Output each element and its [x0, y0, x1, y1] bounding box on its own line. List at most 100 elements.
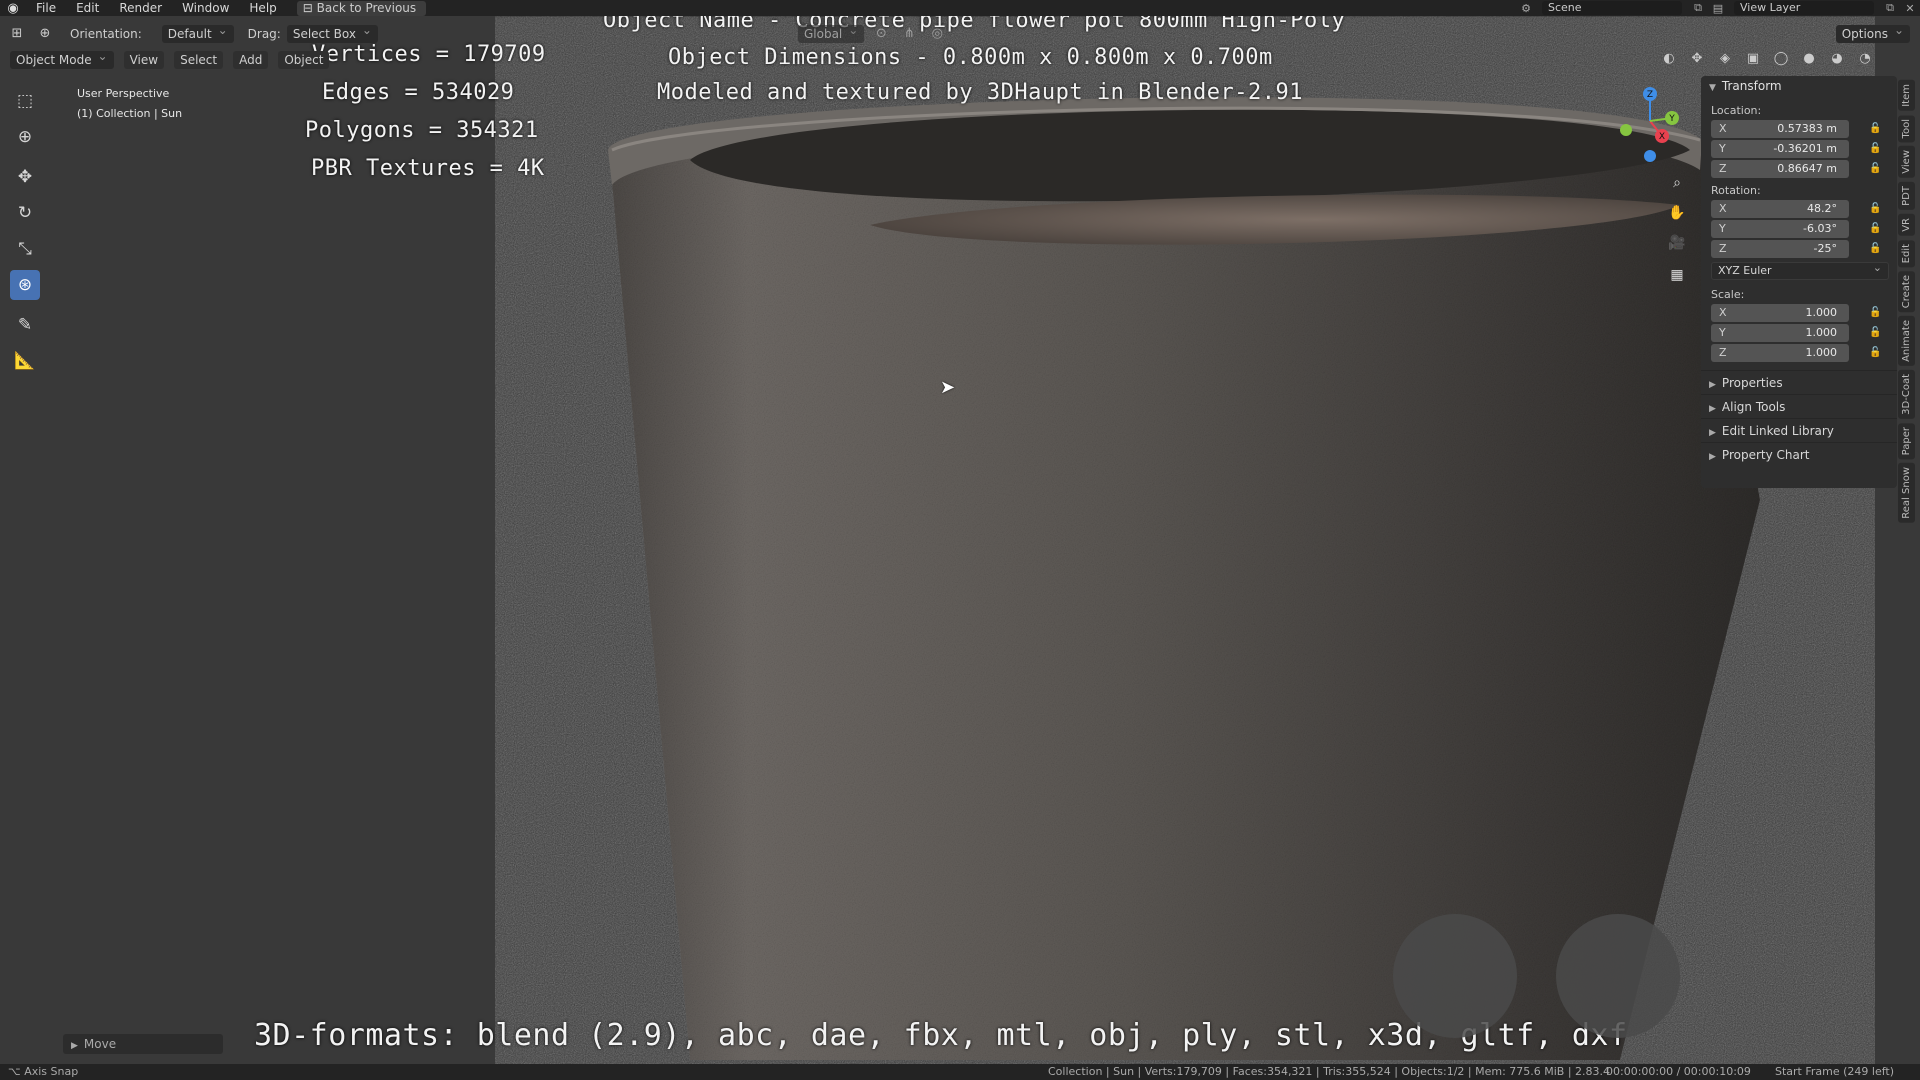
collapsed-triangle-icon: ▶	[1709, 452, 1716, 462]
scene-field[interactable]: Scene	[1542, 1, 1682, 15]
subpanel-label: Properties	[1721, 376, 1783, 390]
options-dropdown[interactable]: Options	[1835, 23, 1910, 43]
lock-icon[interactable]: 🔓	[1869, 120, 1881, 138]
location-x-field[interactable]: X 0.57383 m	[1711, 120, 1849, 138]
menu-edit[interactable]: Edit	[66, 1, 109, 15]
back-to-previous-button[interactable]: ⊟ Back to Previous	[296, 0, 427, 16]
tab-pdt[interactable]: PDT	[1898, 181, 1915, 210]
scale-icon[interactable]: ⤡	[10, 234, 40, 264]
select-box-icon[interactable]: ⬚	[10, 86, 40, 116]
menu-help[interactable]: Help	[239, 1, 286, 15]
rotation-z-field[interactable]: Z -25°	[1711, 240, 1849, 258]
solid-shading-icon[interactable]: ●	[1798, 48, 1820, 70]
scale-y-field[interactable]: Y 1.000	[1711, 324, 1849, 342]
status-bar: ⌥ Axis Snap Collection | Sun | Verts:179…	[0, 1064, 1920, 1080]
lock-icon[interactable]: 🔓	[1869, 240, 1881, 258]
new-scene-icon[interactable]: ⧉	[1688, 1, 1708, 15]
edges-count: Edges = 534029	[322, 80, 515, 105]
rotation-mode-dropdown[interactable]: XYZ Euler	[1711, 260, 1889, 280]
lock-icon[interactable]: 🔓	[1869, 140, 1881, 158]
proportional-edit-icon[interactable]: ◎	[926, 23, 948, 45]
menu-select[interactable]: Select	[174, 51, 224, 69]
rotation-y-field[interactable]: Y -6.03°	[1711, 220, 1849, 238]
transform-icon[interactable]: ⊛	[10, 270, 40, 300]
edit-linked-library-subpanel[interactable]: ▶ Edit Linked Library	[1701, 418, 1897, 442]
menu-file[interactable]: File	[26, 1, 66, 15]
sidebar-panel: ▼ Transform Location: X 0.57383 m 🔓 Y -0.362…	[1701, 76, 1897, 488]
gizmo-z-label: Z	[1647, 90, 1653, 100]
object-visibility-icon[interactable]: ◐	[1658, 48, 1680, 70]
tab-animate[interactable]: Animate	[1898, 316, 1915, 367]
align-tools-subpanel[interactable]: ▶ Align Tools	[1701, 394, 1897, 418]
cursor-icon[interactable]: ⊕	[10, 122, 40, 152]
camera-view-icon[interactable]: 🎥	[1664, 230, 1690, 256]
location-z-field[interactable]: Z 0.86647 m	[1711, 160, 1849, 178]
lock-icon[interactable]: 🔓	[1869, 324, 1881, 342]
properties-subpanel[interactable]: ▶ Properties	[1701, 370, 1897, 394]
remove-view-layer-icon[interactable]: ✕	[1900, 2, 1920, 15]
last-operator-panel[interactable]: ▶ Move	[63, 1034, 223, 1054]
annotate-icon[interactable]: ✎	[10, 310, 40, 340]
lock-icon[interactable]: 🔓	[1869, 160, 1881, 178]
view-layer-field[interactable]: View Layer	[1734, 1, 1874, 15]
transform-orientation-dropdown[interactable]: Global	[797, 23, 865, 43]
property-chart-subpanel[interactable]: ▶ Property Chart	[1701, 442, 1897, 466]
menu-add[interactable]: Add	[233, 51, 269, 69]
mode-dropdown[interactable]: Object Mode	[10, 49, 114, 69]
transform-panel-header[interactable]: ▼ Transform	[1701, 76, 1897, 96]
blender-logo-icon[interactable]: ◉	[0, 1, 26, 16]
pivot-point-icon[interactable]: ⊙	[870, 23, 892, 45]
tab-tool[interactable]: Tool	[1898, 114, 1915, 143]
tab-paper[interactable]: Paper	[1898, 422, 1915, 460]
lock-icon[interactable]: 🔓	[1869, 220, 1881, 238]
wireframe-shading-icon[interactable]: ◯	[1770, 48, 1792, 70]
viewport-info: User Perspective (1) Collection | Sun	[77, 84, 182, 124]
ortho-toggle-icon[interactable]: ▦	[1664, 262, 1690, 288]
rotate-icon[interactable]: ↻	[10, 198, 40, 228]
new-view-layer-icon[interactable]: ⧉	[1880, 1, 1900, 15]
gizmo-neg-y-axis[interactable]	[1620, 124, 1632, 136]
menu-view[interactable]: View	[123, 51, 165, 69]
tab-edit[interactable]: Edit	[1898, 239, 1915, 267]
location-y-field[interactable]: Y -0.36201 m	[1711, 140, 1849, 158]
rotation-x-field[interactable]: X 48.2°	[1711, 200, 1849, 218]
pan-hand-icon[interactable]: ✋	[1664, 200, 1690, 226]
lock-icon[interactable]: 🔓	[1869, 344, 1881, 362]
material-shading-icon[interactable]: ◕	[1826, 48, 1848, 70]
lock-icon[interactable]: 🔓	[1869, 304, 1881, 322]
rendered-shading-icon[interactable]: ◔	[1854, 48, 1876, 70]
viewport-header: Object Mode View Select Add Object ◐ ✥ ◈…	[0, 48, 1920, 72]
lock-icon[interactable]: 🔓	[1869, 200, 1881, 218]
collapsed-triangle-icon: ▶	[1709, 380, 1716, 390]
textures-info: PBR Textures = 4K	[311, 156, 545, 181]
gizmo-toggle-icon[interactable]: ✥	[1686, 48, 1708, 70]
editor-type-icon[interactable]: ⊞	[6, 23, 28, 45]
drag-dropdown[interactable]: Select Box	[286, 23, 378, 43]
move-icon[interactable]: ✥	[10, 162, 40, 192]
active-tool-icon[interactable]: ⊕	[34, 23, 56, 45]
menu-window[interactable]: Window	[172, 1, 239, 15]
tab-view[interactable]: View	[1898, 146, 1915, 178]
tab-3d-coat[interactable]: 3D-Coat	[1898, 370, 1915, 419]
scale-x-field[interactable]: X 1.000	[1711, 304, 1849, 322]
snap-icon[interactable]: ⋔	[898, 23, 920, 45]
scene-selector-icon[interactable]: ⚙	[1516, 2, 1536, 15]
back-to-previous-label: Back to Previous	[316, 0, 417, 15]
navigation-gizmo[interactable]: Z X Y	[1620, 86, 1690, 166]
menu-object[interactable]: Object	[278, 51, 330, 69]
tab-real-snow[interactable]: Real Snow	[1898, 463, 1915, 523]
tab-vr[interactable]: VR	[1898, 213, 1915, 236]
orientation-dropdown[interactable]: Default	[161, 23, 234, 43]
measure-icon[interactable]: 📐	[10, 346, 40, 376]
axis-label: Z	[1719, 242, 1727, 255]
xray-icon[interactable]: ▣	[1742, 48, 1764, 70]
scene-stats: Collection | Sun | Verts:179,709 | Faces…	[1048, 1065, 1611, 1078]
overlays-icon[interactable]: ◈	[1714, 48, 1736, 70]
tab-create[interactable]: Create	[1898, 270, 1915, 313]
tab-item[interactable]: Item	[1898, 80, 1915, 111]
zoom-icon[interactable]: ⌕	[1664, 170, 1690, 196]
scale-z-field[interactable]: Z 1.000	[1711, 344, 1849, 362]
gizmo-neg-z-axis[interactable]	[1644, 150, 1656, 162]
menu-render[interactable]: Render	[109, 1, 172, 15]
view-layer-icon[interactable]: ▤	[1708, 2, 1728, 15]
